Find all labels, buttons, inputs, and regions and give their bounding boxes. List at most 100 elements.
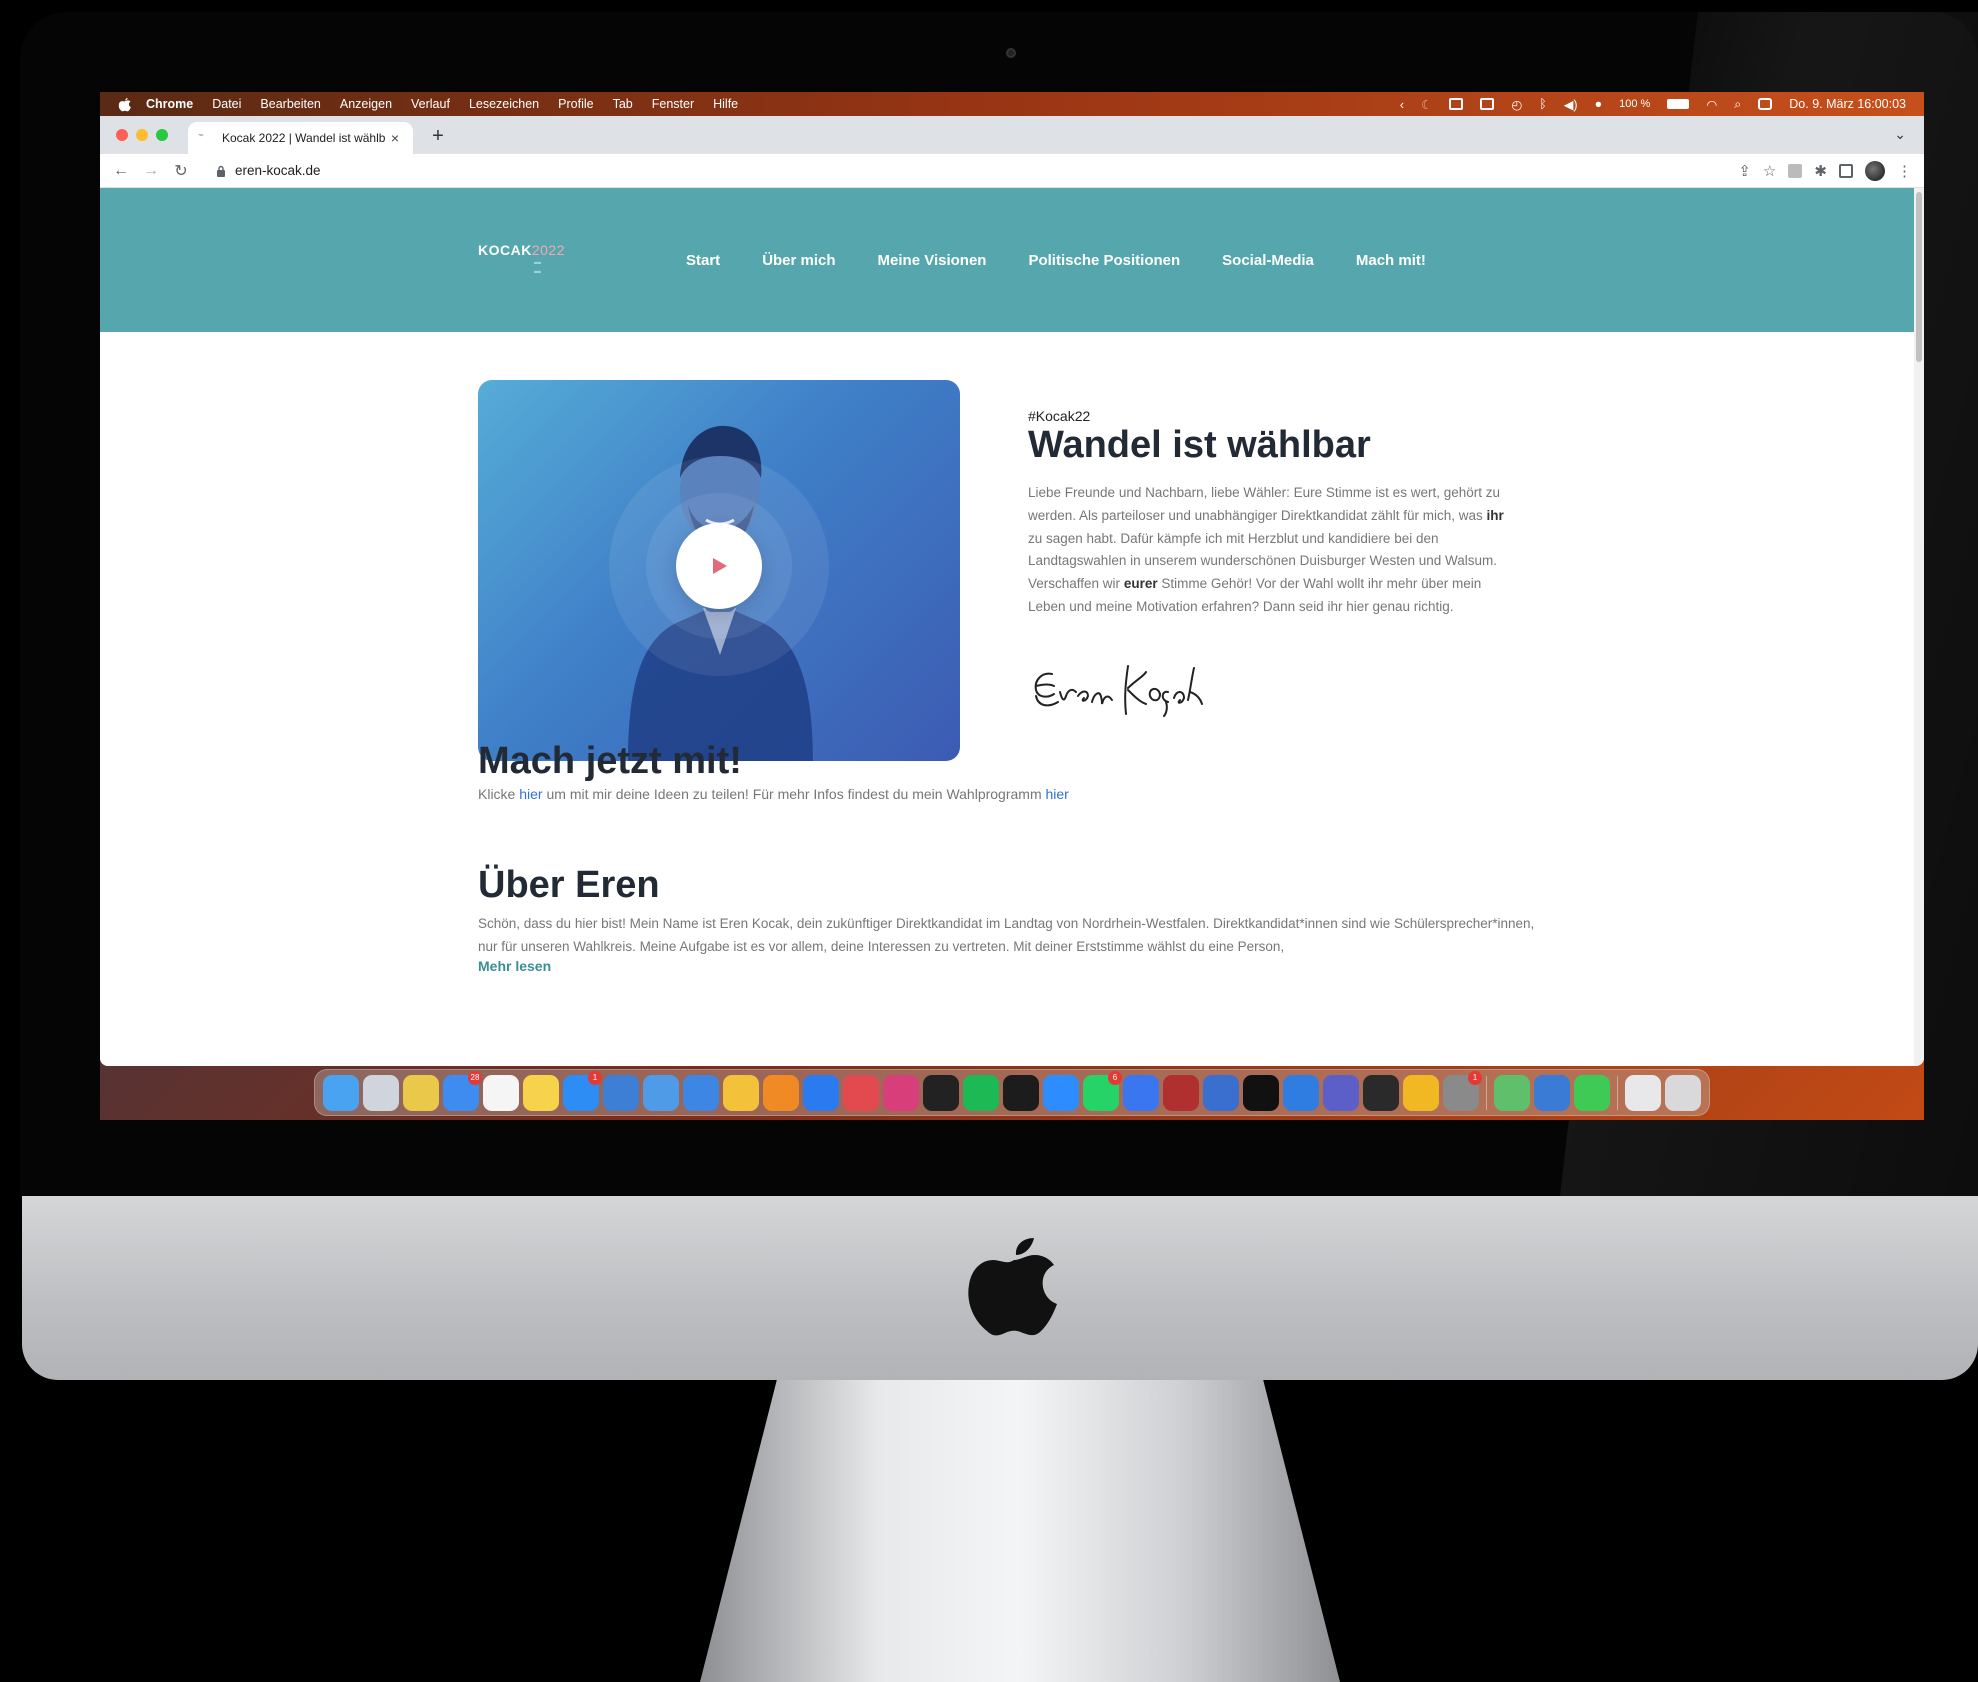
menu-verlauf[interactable]: Verlauf bbox=[411, 97, 450, 111]
scrollbar-thumb[interactable] bbox=[1916, 192, 1922, 362]
share-icon[interactable]: ⇪ bbox=[1738, 162, 1751, 180]
facetime-icon[interactable] bbox=[1574, 1074, 1610, 1111]
launchpad-icon[interactable] bbox=[363, 1074, 399, 1111]
nav-politische-positionen[interactable]: Politische Positionen bbox=[1028, 252, 1180, 269]
maps-icon[interactable] bbox=[1494, 1074, 1530, 1111]
hero-intro-text: Liebe Freunde und Nachbarn, liebe Wähler… bbox=[1028, 482, 1518, 619]
finder-icon[interactable] bbox=[323, 1074, 359, 1111]
downloads-icon[interactable] bbox=[1625, 1074, 1661, 1111]
clock[interactable]: Do. 9. März 16:00:03 bbox=[1789, 97, 1906, 111]
nav-start[interactable]: Start bbox=[686, 252, 720, 269]
testflight-icon[interactable] bbox=[683, 1074, 719, 1111]
lock-icon[interactable] bbox=[216, 165, 226, 177]
signal-icon[interactable] bbox=[1123, 1074, 1159, 1111]
screen-sharing-icon[interactable] bbox=[1283, 1074, 1319, 1111]
wahlprogramm-link[interactable]: hier bbox=[1046, 786, 1069, 802]
zoom-icon[interactable] bbox=[1043, 1074, 1079, 1111]
trash-icon[interactable] bbox=[1665, 1074, 1701, 1111]
extension-icon[interactable] bbox=[1788, 164, 1803, 178]
browser-window: ⌁ Kocak 2022 | Wandel ist wählb × + ⌄ ← … bbox=[100, 116, 1924, 1066]
bookmark-star-icon[interactable]: ☆ bbox=[1763, 162, 1776, 180]
hero-text-bold: eurer bbox=[1123, 576, 1158, 592]
menu-datei[interactable]: Datei bbox=[212, 97, 241, 111]
calendar-icon[interactable] bbox=[483, 1074, 519, 1111]
user-icon[interactable]: ● bbox=[1595, 97, 1603, 111]
forward-icon[interactable]: → bbox=[136, 162, 166, 180]
mail-icon[interactable]: 28 bbox=[443, 1070, 482, 1111]
apple-menu-icon[interactable] bbox=[118, 97, 132, 112]
moon-icon[interactable]: ☾ bbox=[1421, 97, 1432, 112]
nav-mach-mit[interactable]: Mach mit! bbox=[1356, 252, 1426, 269]
more-menu-icon[interactable]: ⋮ bbox=[1897, 162, 1912, 180]
back-icon[interactable]: ← bbox=[106, 162, 136, 180]
tab-close-icon[interactable]: × bbox=[387, 130, 403, 146]
spotify-icon[interactable] bbox=[963, 1074, 999, 1111]
menu-anzeigen[interactable]: Anzeigen bbox=[340, 97, 392, 111]
teams-icon[interactable] bbox=[1323, 1074, 1359, 1111]
creative-cloud-icon[interactable] bbox=[843, 1074, 879, 1111]
preview-icon[interactable] bbox=[643, 1074, 679, 1111]
menu-fenster[interactable]: Fenster bbox=[652, 97, 694, 111]
menu-profile[interactable]: Profile bbox=[558, 97, 593, 111]
nav-meine-visionen[interactable]: Meine Visionen bbox=[878, 252, 987, 269]
new-tab-button[interactable]: + bbox=[428, 125, 448, 148]
volume-icon[interactable]: ◀) bbox=[1564, 97, 1578, 112]
whatsapp-icon[interactable]: 6 bbox=[1083, 1070, 1122, 1111]
cyberduck-icon[interactable] bbox=[723, 1074, 759, 1111]
dock-separator bbox=[1617, 1075, 1618, 1110]
window-icon[interactable] bbox=[1480, 98, 1495, 110]
bartender-icon[interactable] bbox=[1363, 1074, 1399, 1111]
play-button[interactable] bbox=[676, 523, 762, 609]
puzzle-icon[interactable]: ✱ bbox=[1814, 162, 1827, 180]
wifi-icon[interactable]: ◠ bbox=[1706, 97, 1717, 112]
final-cut-icon[interactable] bbox=[923, 1074, 959, 1111]
profile-avatar[interactable] bbox=[1865, 161, 1885, 181]
menu-hilfe[interactable]: Hilfe bbox=[713, 97, 738, 111]
close-window-button[interactable] bbox=[116, 129, 128, 141]
1password-icon[interactable] bbox=[803, 1074, 839, 1111]
menu-tab[interactable]: Tab bbox=[613, 97, 633, 111]
chevron-left-icon[interactable]: ‹ bbox=[1400, 97, 1404, 112]
bluetooth-icon[interactable]: ᛒ bbox=[1539, 97, 1547, 111]
time-machine-icon[interactable]: ◴ bbox=[1511, 97, 1522, 112]
reload-icon[interactable]: ↻ bbox=[166, 161, 196, 181]
hero-title: Wandel ist wählbar bbox=[1028, 424, 1371, 466]
nav-social-media[interactable]: Social-Media bbox=[1222, 252, 1314, 269]
battery-icon[interactable] bbox=[1667, 99, 1690, 109]
xcode-icon[interactable] bbox=[603, 1074, 639, 1111]
app-store-icon[interactable]: 1 bbox=[563, 1070, 602, 1111]
drive-icon[interactable] bbox=[1449, 98, 1464, 110]
search-icon[interactable]: ⌕ bbox=[1734, 97, 1741, 112]
activity-icon[interactable] bbox=[1243, 1074, 1279, 1111]
chrome-icon[interactable] bbox=[403, 1074, 439, 1111]
apple-logo-icon bbox=[968, 1238, 1057, 1336]
hero-video[interactable] bbox=[478, 380, 960, 761]
terminal-icon[interactable] bbox=[1003, 1074, 1039, 1111]
side-panel-icon[interactable] bbox=[1839, 164, 1853, 178]
zoom-window-button[interactable] bbox=[156, 129, 168, 141]
sublime-icon[interactable] bbox=[763, 1074, 799, 1111]
menu-lesezeichen[interactable]: Lesezeichen bbox=[469, 97, 539, 111]
read-more-link[interactable]: Mehr lesen bbox=[478, 958, 551, 974]
tab-strip: ⌁ Kocak 2022 | Wandel ist wählb × + ⌄ bbox=[100, 116, 1924, 154]
system-preferences-icon[interactable]: 1 bbox=[1443, 1070, 1482, 1111]
menubar-status-area: ‹ ☾ ◴ ᛒ ◀) ● 100 % ◠ ⌕ Do. 9. März 16:00… bbox=[1400, 92, 1906, 116]
sequel-icon[interactable] bbox=[1163, 1074, 1199, 1111]
nav-ueber-mich[interactable]: Über mich bbox=[762, 252, 835, 269]
dock-badge: 1 bbox=[588, 1070, 602, 1085]
simulator-icon[interactable] bbox=[1203, 1074, 1239, 1111]
site-logo[interactable]: KOCAK2022 ▬ ▬ bbox=[478, 242, 565, 276]
intellij-icon[interactable] bbox=[883, 1074, 919, 1111]
menu-bearbeiten[interactable]: Bearbeiten bbox=[260, 97, 320, 111]
tab-search-icon[interactable]: ⌄ bbox=[1894, 126, 1906, 143]
ideas-link[interactable]: hier bbox=[519, 786, 542, 802]
address-bar[interactable]: eren-kocak.de bbox=[204, 158, 1584, 184]
tab-title: Kocak 2022 | Wandel ist wählb bbox=[222, 131, 386, 145]
minimize-window-button[interactable] bbox=[136, 129, 148, 141]
menu-chrome[interactable]: Chrome bbox=[146, 97, 193, 111]
notes-icon[interactable] bbox=[523, 1074, 559, 1111]
browser-tab[interactable]: ⌁ Kocak 2022 | Wandel ist wählb × bbox=[188, 122, 413, 154]
remote-desktop-icon[interactable] bbox=[1534, 1074, 1570, 1111]
amphetamine-icon[interactable] bbox=[1403, 1074, 1439, 1111]
control-center-icon[interactable] bbox=[1758, 98, 1773, 110]
